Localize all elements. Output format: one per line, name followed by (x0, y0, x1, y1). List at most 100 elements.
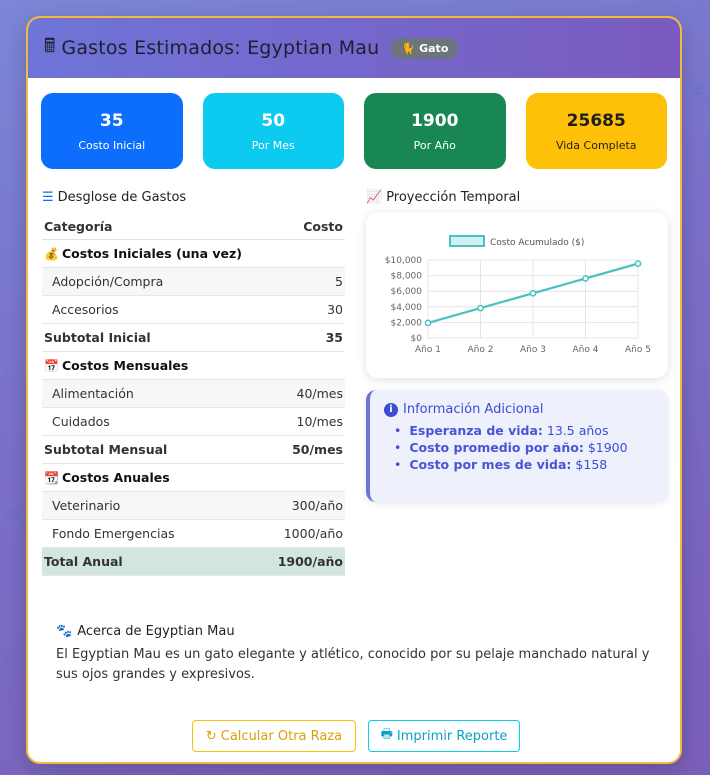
projection-title-text: Proyección Temporal (386, 190, 521, 205)
item-name: Cuidados (42, 407, 243, 436)
button-label: Imprimir Reporte (396, 728, 508, 744)
y-tick-label: $10,000 (385, 256, 422, 266)
info-label: Esperanza de vida: (409, 423, 543, 438)
table-row: Alimentación 40/mes (42, 379, 345, 408)
stat-value: 35 (99, 110, 124, 131)
info-title: i Información Adicional (384, 402, 654, 417)
table-row: Accesorios 30 (42, 295, 345, 324)
breakdown-table: Categoría Costo 💰 Costos Iniciales (una v… (42, 214, 345, 576)
item-cost: 40/mes (242, 379, 345, 408)
category-label: Costos Mensuales (62, 358, 189, 373)
list-item: Costo promedio por año: $1900 (394, 440, 654, 455)
about-section: 🐾 Acerca de Egyptian Mau El Egyptian Mau… (56, 624, 656, 685)
item-cost: 10/mes (242, 407, 345, 436)
category-label: Costos Anuales (62, 470, 170, 485)
table-row: Fondo Emergencias 1000/año (42, 519, 345, 548)
category-row-initial: 💰 Costos Iniciales (una vez) (42, 239, 345, 268)
info-value: $1900 (587, 440, 628, 455)
summary-stats: 35 Costo Inicial 50 Por Mes 1900 Por Año… (41, 93, 667, 169)
print-report-button[interactable]: 🖶 Imprimir Reporte (368, 720, 520, 752)
pet-type-badge: 🐈 Gato (391, 37, 459, 59)
item-cost: 5 (242, 267, 345, 296)
y-tick-label: $2,000 (391, 318, 423, 328)
subtotal-row-initial: Subtotal Inicial 35 (42, 323, 345, 352)
y-tick-label: $8,000 (391, 272, 423, 282)
stat-label: Vida Completa (555, 138, 637, 152)
item-cost: 300/año (242, 491, 345, 520)
paw-background-icon: 🐾 (690, 84, 710, 109)
info-label: Costo por mes de vida: (409, 457, 572, 472)
subtotal-row-monthly: Subtotal Mensual 50/mes (42, 435, 345, 464)
about-text: El Egyptian Mau es un gato elegante y at… (56, 647, 650, 682)
chart-svg: Costo Acumulado ($) $10,000 $8,000 $6,000 $4… (385, 235, 651, 355)
stat-value: 1900 (411, 110, 459, 131)
data-point (582, 275, 589, 282)
y-tick-label: $6,000 (391, 287, 423, 297)
item-name: Adopción/Compra (42, 267, 243, 296)
stat-annual-cost: 1900 Por Año (364, 93, 506, 169)
data-point (424, 319, 432, 327)
money-bag-icon: 💰 (44, 247, 59, 261)
breakdown-table-wrap: Categoría Costo 💰 Costos Iniciales (una v… (42, 214, 345, 576)
subtotal-value: 35 (242, 323, 345, 352)
card-header: 🖩 Gastos Estimados: Egyptian Mau 🐈 Gato (28, 18, 680, 78)
stat-label: Por Año (413, 138, 456, 152)
redo-icon: ↻ (205, 728, 217, 744)
info-value: $158 (575, 457, 608, 472)
table-row: Adopción/Compra 5 (42, 267, 345, 296)
total-row-annual: Total Anual 1900/año (42, 547, 345, 576)
paw-icon: 🐾 (56, 624, 73, 639)
item-name: Accesorios (42, 295, 243, 324)
expense-card: 🖩 Gastos Estimados: Egyptian Mau 🐈 Gato … (26, 16, 682, 764)
legend-swatch (449, 235, 485, 247)
stat-label: Costo Inicial (78, 138, 146, 152)
column-header-category: Categoría (42, 214, 243, 240)
stat-value: 25685 (566, 110, 626, 131)
button-label: Calcular Otra Raza (220, 728, 343, 744)
stat-lifetime-cost: 25685 Vida Completa (525, 93, 667, 169)
projection-title: 📈 Proyección Temporal (366, 190, 520, 205)
item-name: Fondo Emergencias (42, 519, 243, 548)
category-row-annual: 📆 Costos Anuales (42, 463, 345, 492)
column-header-cost: Costo (242, 214, 345, 240)
stat-monthly-cost: 50 Por Mes (202, 93, 344, 169)
stat-value: 50 (261, 110, 286, 131)
list-icon: ☰ (42, 190, 54, 205)
item-cost: 1000/año (242, 519, 345, 548)
info-panel: i Información Adicional Esperanza de vid… (366, 390, 668, 502)
item-name: Alimentación (42, 379, 243, 408)
info-icon: i (384, 402, 398, 417)
calendar-annual-icon: 📆 (44, 471, 59, 485)
badge-label: Gato (419, 41, 449, 55)
item-cost: 30 (242, 295, 345, 324)
total-value: 1900/año (242, 547, 345, 576)
cat-icon: 🐈 (401, 41, 416, 55)
subtotal-label: Subtotal Inicial (42, 323, 243, 352)
calendar-icon: 📅 (44, 359, 59, 373)
info-value: 13.5 años (546, 423, 609, 438)
total-label: Total Anual (42, 547, 243, 576)
subtotal-value: 50/mes (242, 435, 345, 464)
info-list: Esperanza de vida: 13.5 años Costo prome… (384, 423, 654, 472)
data-point (529, 289, 537, 297)
stat-initial-cost: 35 Costo Inicial (41, 93, 183, 169)
legend-label: Costo Acumulado ($) (490, 238, 584, 248)
item-name: Veterinario (42, 491, 243, 520)
data-point (634, 260, 642, 267)
table-row: Cuidados 10/mes (42, 407, 345, 436)
data-point (477, 304, 484, 312)
about-title-text: Acerca de Egyptian Mau (77, 624, 235, 639)
y-tick-label: $4,000 (391, 303, 423, 313)
print-icon: 🖶 (380, 727, 393, 742)
breakdown-title-text: Desglose de Gastos (57, 190, 187, 205)
projection-chart: Costo Acumulado ($) $10,000 $8,000 $6,000 $4… (366, 212, 668, 378)
x-tick-label: Año 2 (468, 345, 494, 355)
subtotal-label: Subtotal Mensual (42, 435, 243, 464)
info-title-text: Información Adicional (403, 402, 544, 417)
line-chart-icon: 📈 (366, 190, 383, 205)
y-tick-label: $0 (411, 334, 423, 344)
calculate-other-breed-button[interactable]: ↻ Calcular Otra Raza (192, 720, 356, 752)
x-tick-label: Año 1 (415, 345, 441, 355)
x-tick-label: Año 5 (625, 345, 651, 355)
breakdown-title: ☰ Desglose de Gastos (42, 190, 186, 205)
